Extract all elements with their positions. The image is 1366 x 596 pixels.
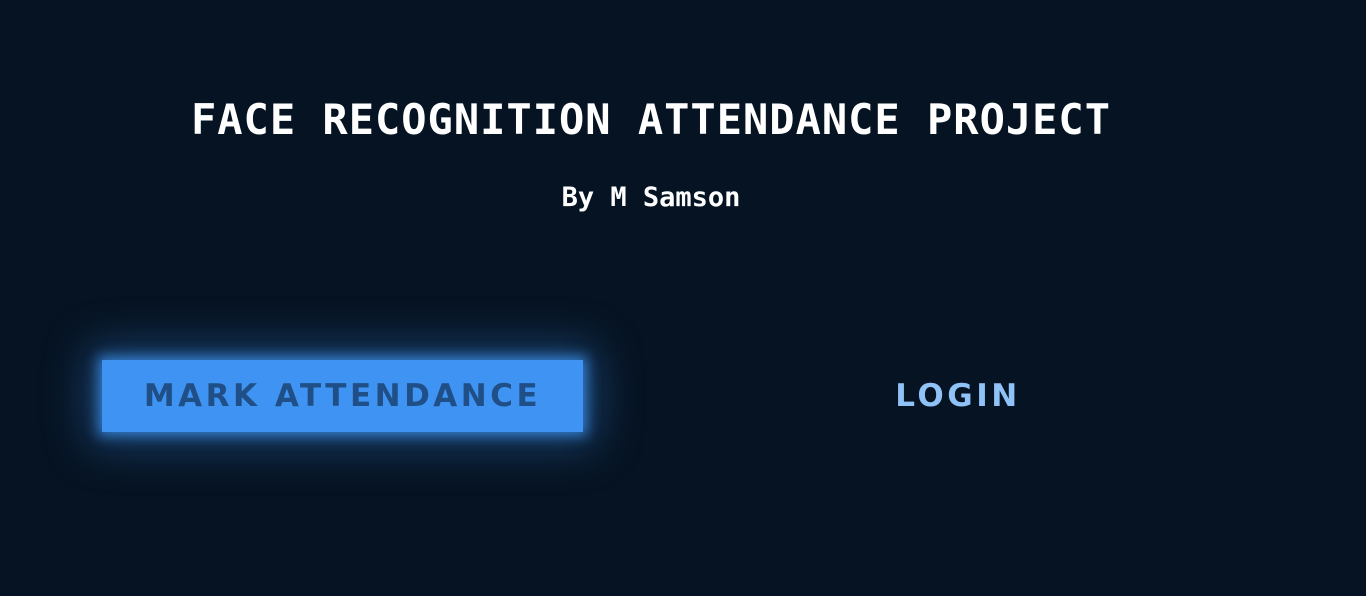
author-subtitle: By M Samson <box>561 182 741 213</box>
mark-attendance-button[interactable]: MARK ATTENDANCE <box>102 360 583 432</box>
login-button[interactable]: LOGIN <box>858 360 1058 432</box>
page-title: FACE RECOGNITION ATTENDANCE PROJECT <box>190 95 1111 144</box>
page: FACE RECOGNITION ATTENDANCE PROJECT By M… <box>0 0 1366 596</box>
